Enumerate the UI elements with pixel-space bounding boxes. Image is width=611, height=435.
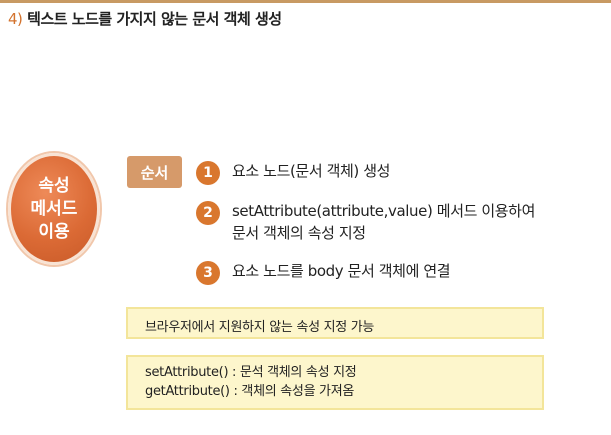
circle-line: 이용 (38, 221, 70, 242)
step-2: 2 setAttribute(attribute,value) 메서드 이용하여… (196, 200, 535, 244)
heading-text: 텍스트 노드를 가지지 않는 문서 객체 생성 (27, 10, 282, 28)
note-box-support: 브라우저에서 지원하지 않는 속성 지정 가능 (126, 307, 544, 339)
step-line: 문서 객체의 속성 지정 (232, 224, 366, 242)
step-line: setAttribute(attribute,value) 메서드 이용하여 (232, 202, 535, 220)
step-line: 요소 노드(문서 객체) 생성 (232, 162, 391, 180)
topic-circle: 속성 메서드 이용 (8, 153, 100, 265)
method-line-setattribute: setAttribute() : 문석 객체의 속성 지정 (145, 365, 357, 380)
circle-line: 속성 (38, 175, 70, 196)
step-3: 3 요소 노드를 body 문서 객체에 연결 (196, 260, 451, 285)
step-number: 2 (196, 201, 220, 225)
step-number: 1 (196, 161, 220, 185)
section-heading: 4) 텍스트 노드를 가지지 않는 문서 객체 생성 (8, 8, 282, 29)
step-text: 요소 노드를 body 문서 객체에 연결 (232, 260, 451, 282)
circle-line: 메서드 (30, 198, 78, 219)
heading-number: 4) (8, 10, 23, 28)
step-1: 1 요소 노드(문서 객체) 생성 (196, 160, 390, 185)
order-badge: 순서 (127, 156, 182, 188)
step-text: setAttribute(attribute,value) 메서드 이용하여 문… (232, 200, 535, 244)
method-line-getattribute: getAttribute() : 객체의 속성을 가져옴 (145, 384, 355, 399)
top-rule (0, 0, 611, 3)
step-line: 요소 노드를 body 문서 객체에 연결 (232, 262, 451, 280)
step-text: 요소 노드(문서 객체) 생성 (232, 160, 390, 182)
step-number: 3 (196, 261, 220, 285)
note-box-methods: setAttribute() : 문석 객체의 속성 지정 getAttribu… (126, 355, 544, 410)
